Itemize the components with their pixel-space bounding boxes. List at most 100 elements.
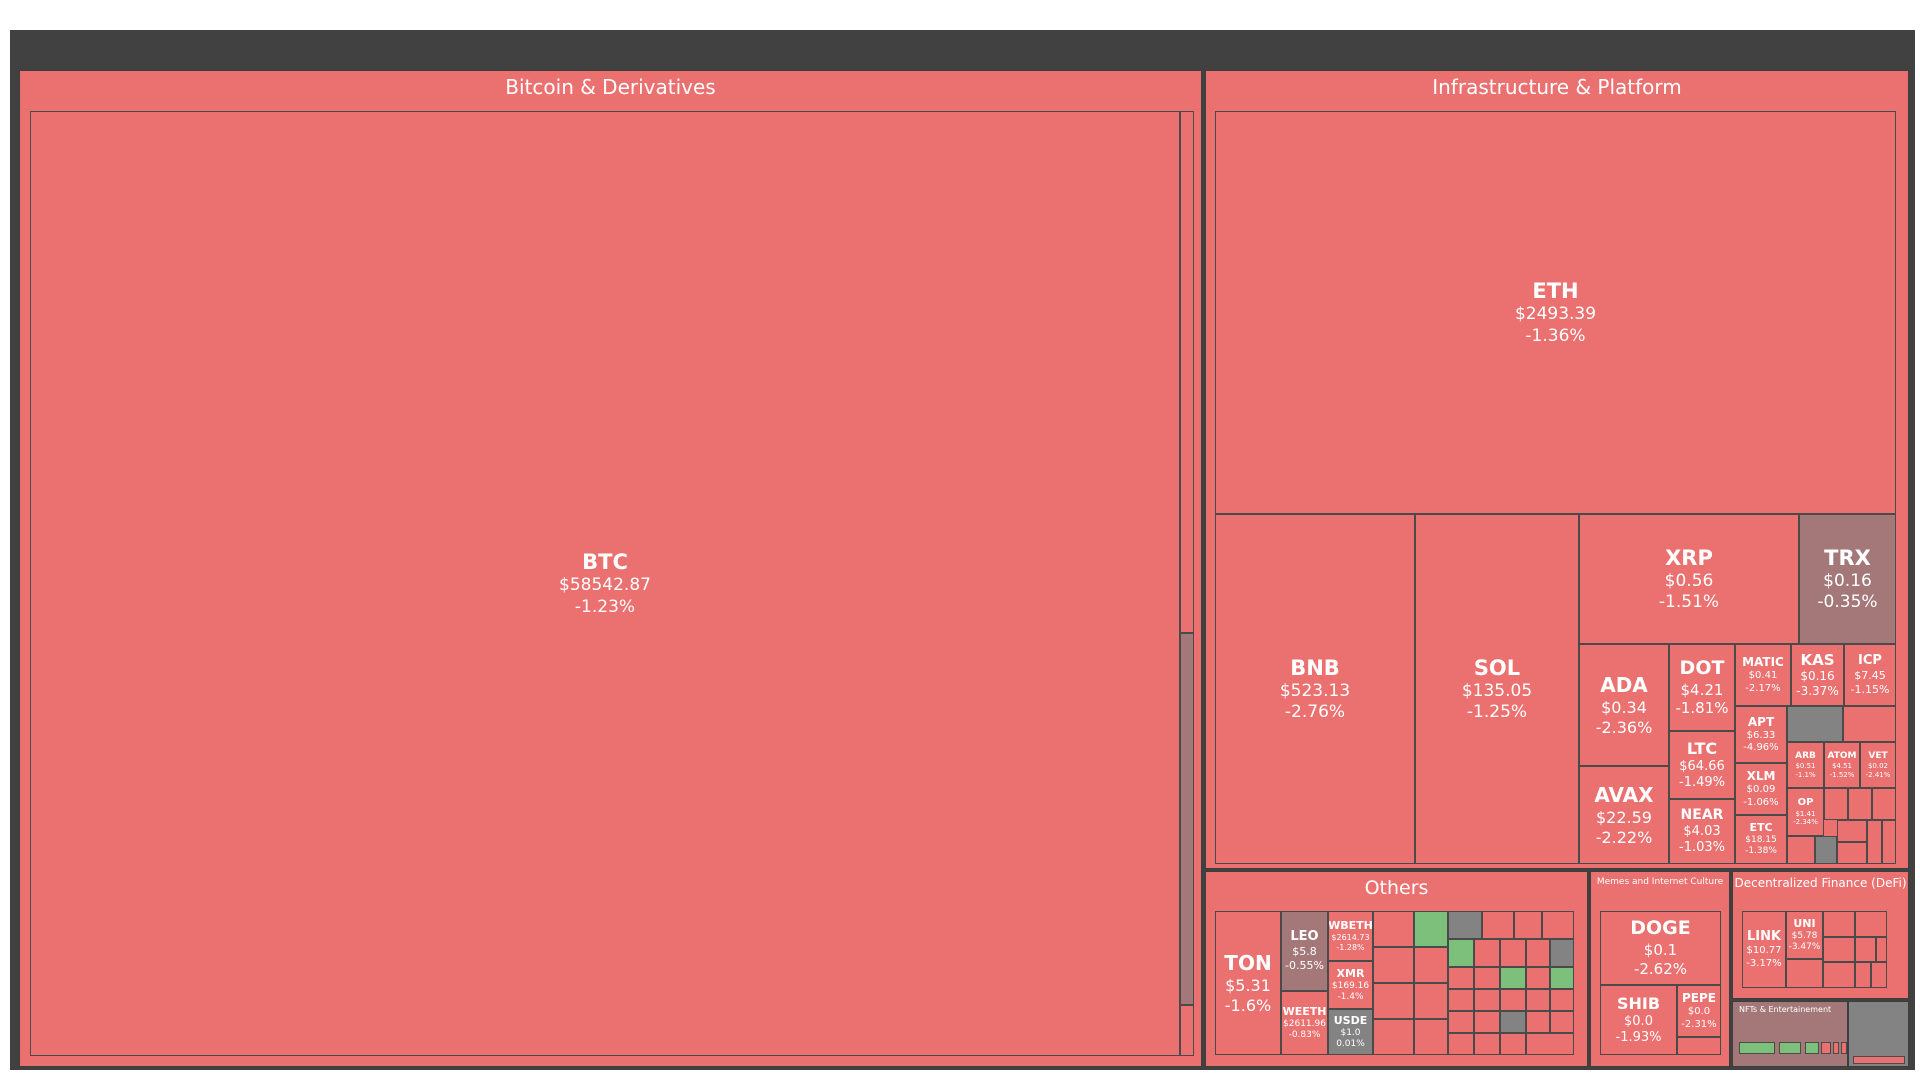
tile-small[interactable] bbox=[1526, 1033, 1574, 1055]
tile-link[interactable]: LINK $10.77 -3.17% bbox=[1742, 911, 1786, 988]
tile-small[interactable] bbox=[1550, 939, 1574, 967]
tile-small[interactable] bbox=[1779, 1042, 1801, 1054]
tile-small[interactable] bbox=[1414, 947, 1448, 983]
tile-near[interactable]: NEAR $4.03 -1.03% bbox=[1669, 799, 1735, 864]
tile-small[interactable] bbox=[1823, 937, 1855, 962]
tile-small[interactable] bbox=[1414, 911, 1448, 947]
tile-leo[interactable]: LEO $5.8 -0.55% bbox=[1281, 911, 1328, 991]
tile-small[interactable] bbox=[1550, 989, 1574, 1011]
tile-wbeth[interactable]: WBETH $2614.73 -1.28% bbox=[1328, 911, 1373, 961]
tile-small[interactable] bbox=[1526, 939, 1550, 967]
tile-small[interactable] bbox=[1448, 1033, 1474, 1055]
tile-small[interactable] bbox=[1823, 962, 1855, 988]
tile-small[interactable] bbox=[1821, 1042, 1831, 1054]
tile-small[interactable] bbox=[1500, 1011, 1526, 1033]
tile-small[interactable] bbox=[1882, 820, 1896, 864]
tile-arb[interactable]: ARB $0.51 -1.1% bbox=[1787, 742, 1824, 788]
tile-small[interactable] bbox=[1180, 633, 1194, 1005]
tile-icp[interactable]: ICP $7.45 -1.15% bbox=[1844, 644, 1896, 706]
tile-small[interactable] bbox=[1824, 788, 1848, 820]
tile-small[interactable] bbox=[1448, 989, 1474, 1011]
tile-etc[interactable]: ETC $18.15 -1.38% bbox=[1735, 815, 1787, 864]
tile-xmr[interactable]: XMR $169.16 -1.4% bbox=[1328, 961, 1373, 1009]
tile-small[interactable] bbox=[1542, 911, 1574, 939]
tile-usde[interactable]: USDE $1.0 0.01% bbox=[1328, 1009, 1373, 1055]
tile-small[interactable] bbox=[1876, 937, 1887, 962]
tile-small[interactable] bbox=[1448, 911, 1482, 939]
tile-small[interactable] bbox=[1474, 989, 1500, 1011]
tile-small[interactable] bbox=[1500, 989, 1526, 1011]
tile-small[interactable] bbox=[1787, 836, 1815, 864]
tile-small[interactable] bbox=[1805, 1042, 1819, 1054]
tile-small[interactable] bbox=[1414, 1019, 1448, 1055]
tile-matic[interactable]: MATIC $0.41 -2.17% bbox=[1735, 644, 1791, 706]
tile-dot[interactable]: DOT $4.21 -1.81% bbox=[1669, 644, 1735, 731]
tile-small[interactable] bbox=[1855, 937, 1876, 962]
tile-small[interactable] bbox=[1833, 1042, 1839, 1054]
tile-small[interactable] bbox=[1837, 842, 1867, 864]
tile-small[interactable] bbox=[1550, 967, 1574, 989]
tile-small[interactable] bbox=[1514, 911, 1542, 939]
tile-small[interactable] bbox=[1474, 939, 1500, 967]
tile-small[interactable] bbox=[1871, 962, 1887, 988]
tile-small[interactable] bbox=[1500, 967, 1526, 989]
tile-small[interactable] bbox=[1550, 1011, 1574, 1033]
tile-small[interactable] bbox=[1787, 706, 1843, 742]
group-infrastructure-platform: Infrastructure & Platform ETH $2493.39 -… bbox=[1205, 70, 1909, 869]
tile-small[interactable] bbox=[1448, 967, 1474, 989]
tile-small[interactable] bbox=[1482, 911, 1514, 939]
tile-small[interactable] bbox=[1677, 1037, 1721, 1055]
tile-small[interactable] bbox=[1526, 967, 1550, 989]
tile-small[interactable] bbox=[1180, 1005, 1194, 1056]
tile-small[interactable] bbox=[1474, 1033, 1500, 1055]
tile-doge[interactable]: DOGE $0.1 -2.62% bbox=[1600, 911, 1721, 985]
tile-small[interactable] bbox=[1848, 788, 1872, 820]
tile-small[interactable] bbox=[1448, 939, 1474, 967]
tile-trx[interactable]: TRX $0.16 -0.35% bbox=[1799, 514, 1896, 644]
tile-small[interactable] bbox=[1739, 1042, 1775, 1054]
tile-small[interactable] bbox=[1474, 967, 1500, 989]
tile-small[interactable] bbox=[1823, 911, 1855, 937]
tile-small[interactable] bbox=[1853, 1056, 1905, 1064]
tile-small[interactable] bbox=[1526, 989, 1550, 1011]
tile-small[interactable] bbox=[1815, 836, 1837, 864]
tile-small[interactable] bbox=[1786, 959, 1823, 988]
tile-small[interactable] bbox=[1526, 1011, 1550, 1033]
tile-small[interactable] bbox=[1843, 706, 1896, 742]
tile-atom[interactable]: ATOM $4.51 -1.52% bbox=[1824, 742, 1860, 788]
tile-bnb[interactable]: BNB $523.13 -2.76% bbox=[1215, 514, 1415, 864]
tile-ltc[interactable]: LTC $64.66 -1.49% bbox=[1669, 731, 1735, 799]
tile-small[interactable] bbox=[1448, 1011, 1474, 1033]
tile-small[interactable] bbox=[1837, 820, 1867, 842]
tile-pepe[interactable]: PEPE $0.0 -2.31% bbox=[1677, 985, 1721, 1037]
tile-weeth[interactable]: WEETH $2611.96 -0.83% bbox=[1281, 991, 1328, 1055]
tile-xrp[interactable]: XRP $0.56 -1.51% bbox=[1579, 514, 1799, 644]
tile-small[interactable] bbox=[1373, 947, 1414, 983]
tile-uni[interactable]: UNI $5.78 -3.47% bbox=[1786, 911, 1823, 959]
tile-small[interactable] bbox=[1867, 820, 1882, 864]
tile-small[interactable] bbox=[1373, 911, 1414, 947]
tile-apt[interactable]: APT $6.33 -4.96% bbox=[1735, 706, 1787, 763]
tile-small[interactable] bbox=[1474, 1011, 1500, 1033]
tile-small[interactable] bbox=[1180, 111, 1194, 633]
tile-small[interactable] bbox=[1500, 939, 1526, 967]
tile-small[interactable] bbox=[1500, 1033, 1526, 1055]
tile-eth[interactable]: ETH $2493.39 -1.36% bbox=[1215, 111, 1896, 514]
tile-small[interactable] bbox=[1414, 983, 1448, 1019]
tile-small[interactable] bbox=[1872, 788, 1896, 820]
tile-ada[interactable]: ADA $0.34 -2.36% bbox=[1579, 644, 1669, 766]
tile-ton[interactable]: TON $5.31 -1.6% bbox=[1215, 911, 1281, 1055]
tile-small[interactable] bbox=[1855, 911, 1887, 937]
tile-small[interactable] bbox=[1373, 1019, 1414, 1055]
tile-shib[interactable]: SHIB $0.0 -1.93% bbox=[1600, 985, 1677, 1055]
tile-avax[interactable]: AVAX $22.59 -2.22% bbox=[1579, 766, 1669, 864]
tile-small[interactable] bbox=[1373, 983, 1414, 1019]
tile-op[interactable]: OP $1.41 -2.34% bbox=[1787, 788, 1824, 836]
tile-xlm[interactable]: XLM $0.09 -1.06% bbox=[1735, 763, 1787, 815]
tile-btc[interactable]: BTC $58542.87 -1.23% bbox=[30, 111, 1180, 1056]
tile-vet[interactable]: VET $0.02 -2.41% bbox=[1860, 742, 1896, 788]
tile-kas[interactable]: KAS $0.16 -3.37% bbox=[1791, 644, 1844, 706]
tile-small[interactable] bbox=[1841, 1042, 1847, 1054]
tile-small[interactable] bbox=[1855, 962, 1871, 988]
tile-sol[interactable]: SOL $135.05 -1.25% bbox=[1415, 514, 1579, 864]
